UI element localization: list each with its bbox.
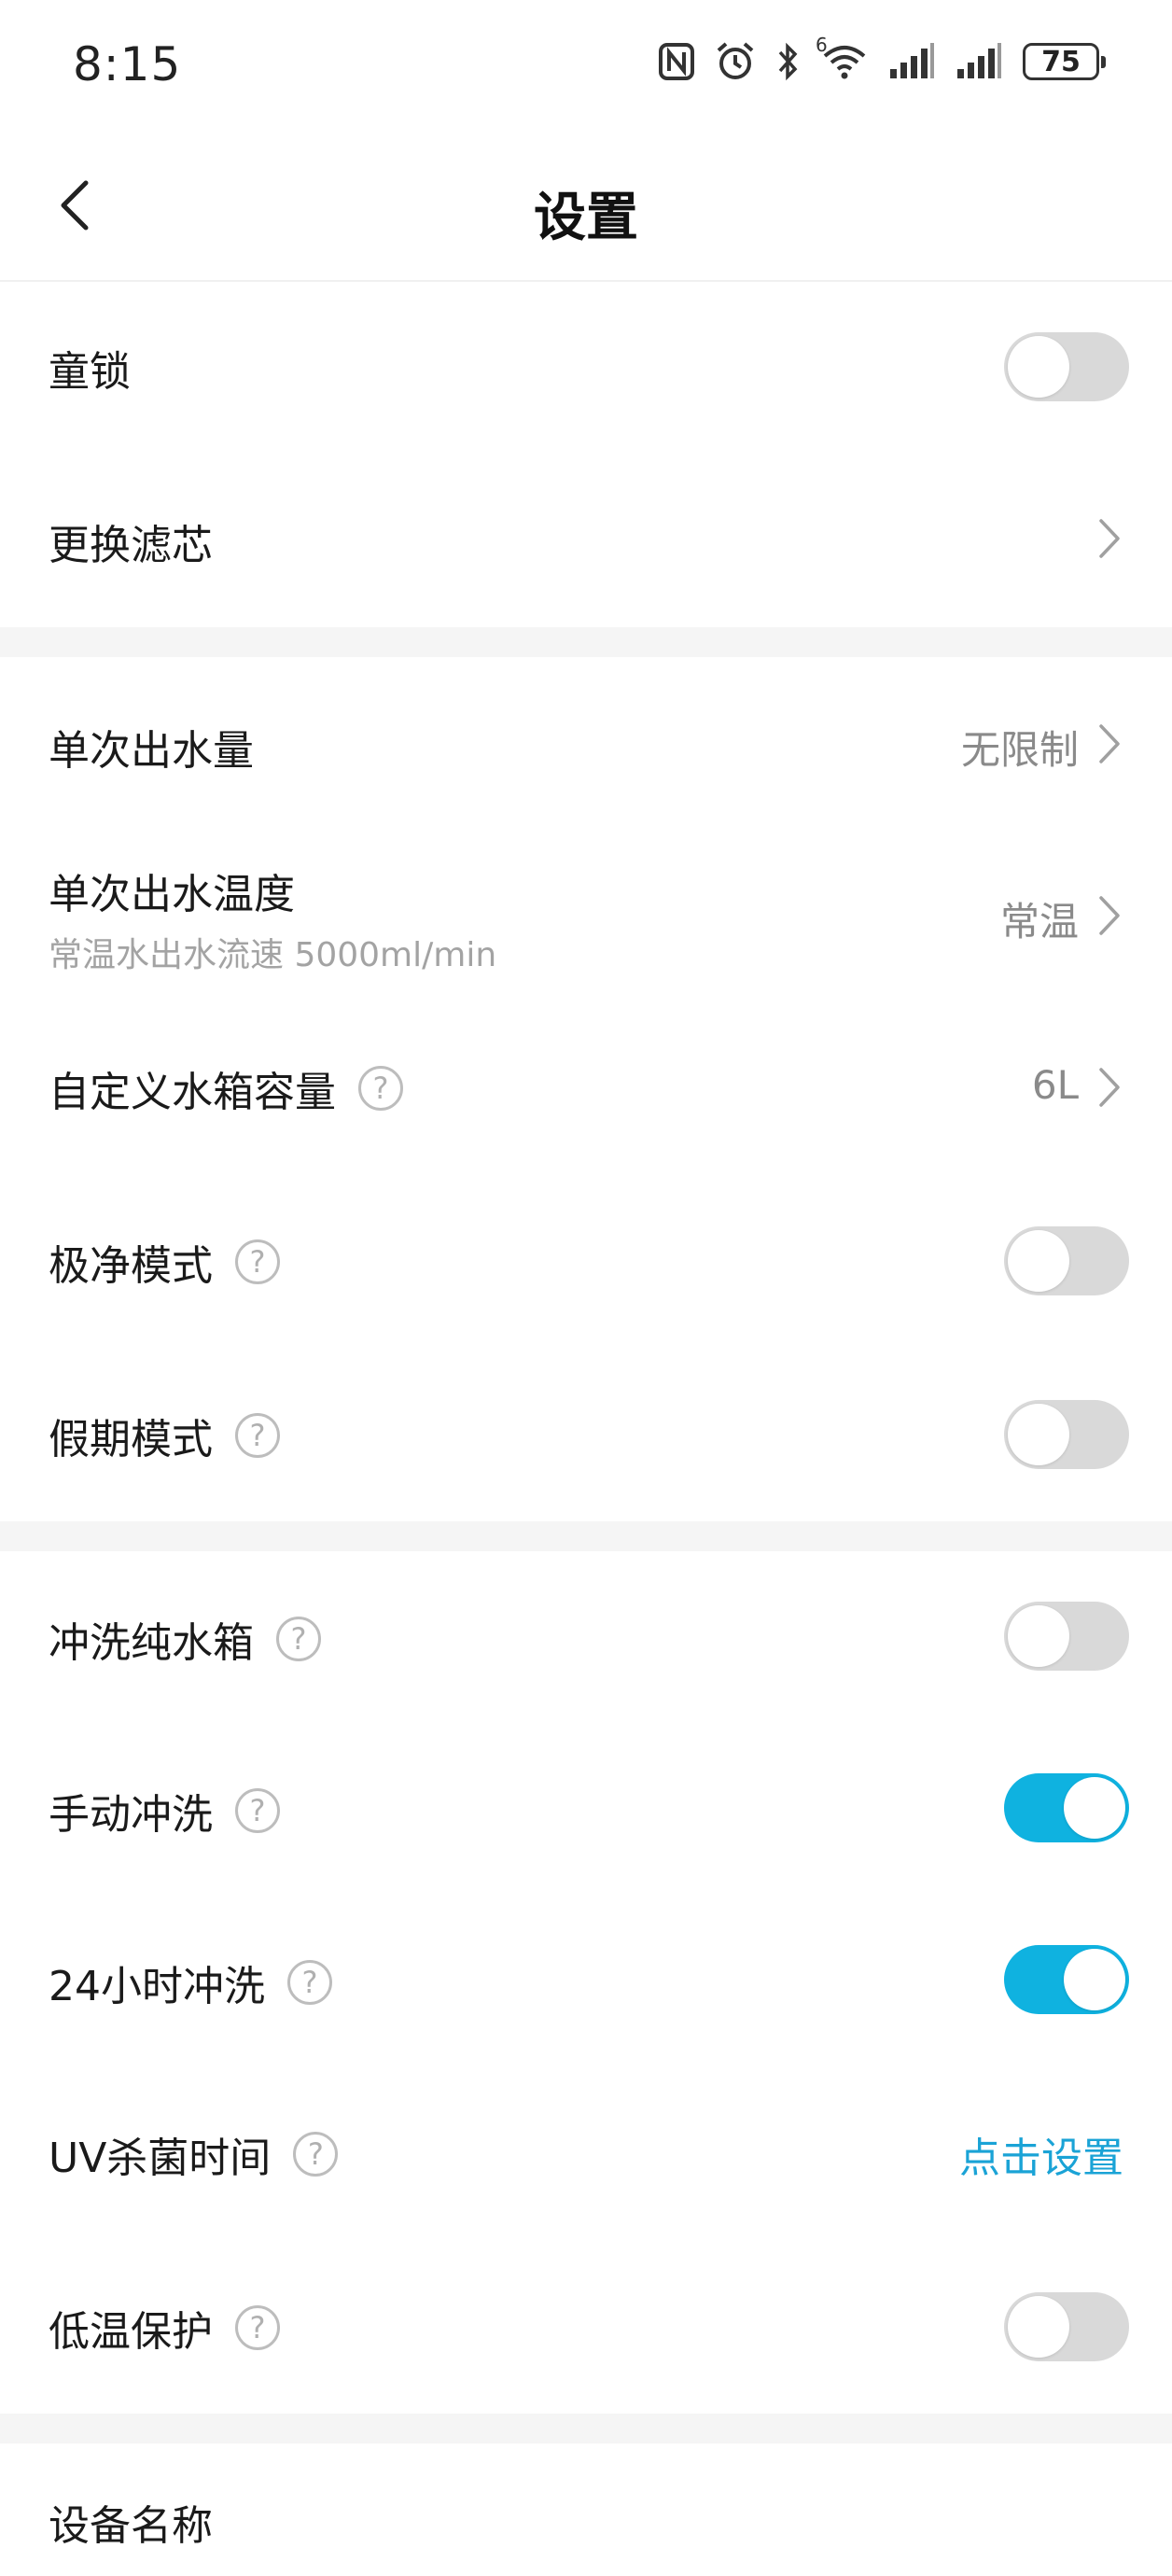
manual-flush-toggle[interactable] (1004, 1773, 1129, 1842)
label-wrap: 设备名称 (49, 2492, 213, 2552)
row-flush-tank[interactable]: 冲洗纯水箱 ? (0, 1551, 1172, 1723)
help-icon[interactable]: ? (235, 1788, 280, 1833)
row-label: 假期模式 (49, 1416, 213, 1463)
page-title: 设置 (534, 188, 638, 248)
label-wrap: 更换滤芯 (49, 511, 213, 571)
wifi-group: 6 (816, 34, 868, 80)
chevron-right-icon (1099, 519, 1120, 558)
nfc-icon (659, 43, 694, 80)
row-label: 单次出水量 (49, 727, 254, 775)
toggle-knob (1064, 1949, 1125, 2010)
low-temp-toggle[interactable] (1004, 2292, 1129, 2361)
help-icon[interactable]: ? (235, 2305, 280, 2350)
flush-24h-toggle[interactable] (1004, 1945, 1129, 2014)
uv-time-set-link[interactable]: 点击设置 (959, 2124, 1123, 2184)
row-label: UV杀菌时间 (49, 2135, 272, 2182)
ultra-clean-toggle[interactable] (1004, 1226, 1129, 1295)
label-wrap: 极净模式 ? (49, 1232, 280, 1292)
chevron-right-icon (1099, 896, 1120, 935)
label-wrap: 单次出水量 (49, 717, 254, 777)
app-header: 设置 (0, 140, 1172, 280)
help-icon[interactable]: ? (293, 2132, 339, 2177)
row-subtitle: 常温水出水流速 5000ml/min (49, 936, 497, 974)
row-single-temp[interactable]: 单次出水温度 常温水出水流速 5000ml/min 常温 (0, 829, 1172, 1001)
row-value: 常温 (999, 899, 1079, 945)
row-label: 单次出水温度 (49, 871, 295, 918)
section-gap (0, 2414, 1172, 2443)
label-wrap: 手动冲洗 ? (49, 1781, 280, 1841)
status-time: 8:15 (73, 37, 182, 91)
label-wrap: 自定义水箱容量 ? (49, 1058, 403, 1118)
help-icon[interactable]: ? (358, 1066, 403, 1111)
row-uv-time[interactable]: UV杀菌时间 ? 点击设置 (0, 2066, 1172, 2240)
row-value: 无限制 (960, 727, 1079, 773)
row-manual-flush[interactable]: 手动冲洗 ? (0, 1723, 1172, 1895)
alarm-icon (717, 42, 754, 79)
row-label: 手动冲洗 (49, 1791, 213, 1839)
label-wrap: 假期模式 ? (49, 1406, 280, 1465)
section-gap (0, 1521, 1172, 1551)
toggle-knob (1008, 336, 1069, 398)
flush-tank-toggle[interactable] (1004, 1602, 1129, 1671)
toggle-knob (1008, 1404, 1069, 1465)
row-label: 低温保护 (49, 2308, 213, 2356)
help-icon[interactable]: ? (287, 1960, 332, 2005)
status-icons: 6 75 (659, 34, 1106, 82)
help-icon[interactable]: ? (276, 1617, 321, 1661)
label-wrap: UV杀菌时间 ? (49, 2124, 339, 2184)
row-replace-filter[interactable]: 更换滤芯 (0, 452, 1172, 627)
toggle-knob (1008, 2296, 1069, 2358)
row-ultra-clean[interactable]: 极净模式 ? (0, 1174, 1172, 1348)
chevron-right-icon (1099, 724, 1120, 763)
label-wrap: 24小时冲洗 ? (49, 1953, 332, 2012)
row-label: 极净模式 (49, 1242, 213, 1290)
row-label: 童锁 (49, 348, 131, 396)
row-label: 24小时冲洗 (49, 1963, 265, 2010)
row-flush-24h[interactable]: 24小时冲洗 ? (0, 1895, 1172, 2066)
label-wrap: 低温保护 ? (49, 2298, 280, 2358)
row-child-lock[interactable]: 童锁 (0, 282, 1172, 452)
toggle-knob (1008, 1605, 1069, 1667)
toggle-knob (1008, 1230, 1069, 1292)
signal-icon (957, 43, 1001, 78)
label-wrap: 童锁 (49, 338, 131, 398)
row-low-temp-protect[interactable]: 低温保护 ? (0, 2240, 1172, 2414)
help-icon[interactable]: ? (235, 1239, 280, 1284)
row-label: 冲洗纯水箱 (49, 1619, 254, 1667)
help-icon[interactable]: ? (235, 1413, 280, 1458)
child-lock-toggle[interactable] (1004, 332, 1129, 401)
battery-icon: 75 (1023, 43, 1106, 80)
toggle-knob (1064, 1777, 1125, 1839)
row-tank-capacity[interactable]: 自定义水箱容量 ? 6L (0, 1001, 1172, 1174)
row-label: 自定义水箱容量 (49, 1069, 336, 1116)
signal-icon (890, 43, 934, 78)
wifi-badge: 6 (816, 34, 828, 56)
row-single-volume[interactable]: 单次出水量 无限制 (0, 657, 1172, 829)
row-device-name[interactable]: 设备名称 (0, 2443, 1172, 2576)
wifi-icon (823, 46, 866, 79)
row-label: 更换滤芯 (49, 522, 213, 569)
label-wrap: 单次出水温度 (49, 861, 295, 920)
row-label: 设备名称 (49, 2502, 213, 2550)
row-value: 6L (1031, 1062, 1079, 1108)
label-wrap: 冲洗纯水箱 ? (49, 1609, 321, 1669)
status-bar: 8:15 6 75 (0, 0, 1172, 140)
section-gap (0, 627, 1172, 657)
chevron-right-icon (1099, 1068, 1120, 1107)
row-holiday-mode[interactable]: 假期模式 ? (0, 1348, 1172, 1521)
battery-level: 75 (1041, 45, 1081, 78)
holiday-mode-toggle[interactable] (1004, 1400, 1129, 1469)
bluetooth-icon (778, 42, 798, 81)
